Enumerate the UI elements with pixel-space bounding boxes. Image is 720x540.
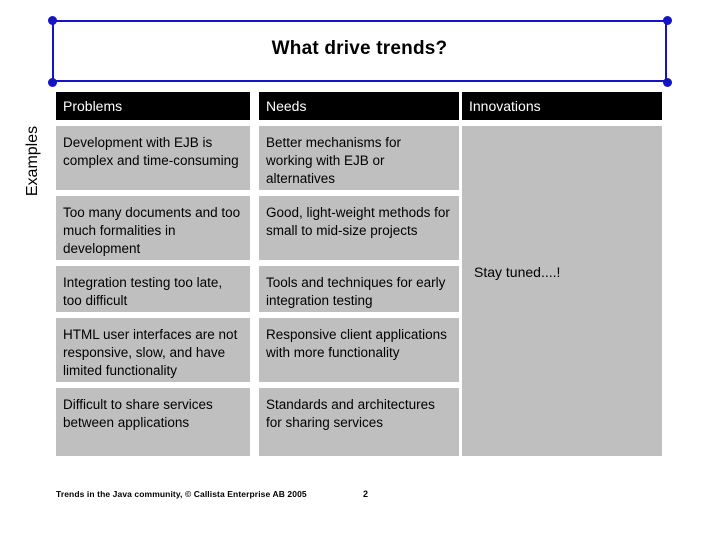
examples-side-label: Examples [24,125,41,197]
resize-handle-bottom-right[interactable] [663,78,672,87]
table-header-problems: Problems [56,92,250,120]
resize-handle-top-right[interactable] [663,16,672,25]
slide-title: What drive trends? [271,38,448,59]
table-row: Standards and architectures for sharing … [259,388,459,456]
table-header-needs: Needs [259,92,459,120]
table-row: Better mechanisms for working with EJB o… [259,126,459,190]
table-row: Tools and techniques for early integrati… [259,266,459,312]
footer-copyright: Trends in the Java community, © Callista… [56,489,307,499]
resize-handle-bottom-left[interactable] [48,78,57,87]
table-row: Too many documents and too much formalit… [56,196,250,260]
innovations-stay-tuned-text: Stay tuned....! [474,264,561,280]
table-row: Responsive client applications with more… [259,318,459,382]
slide-canvas: What drive trends? Examples Problems Nee… [0,0,720,540]
resize-handle-top-left[interactable] [48,16,57,25]
table-header-innovations: Innovations [462,92,662,120]
table-row: Integration testing too late, too diffic… [56,266,250,312]
page-number: 2 [363,489,369,499]
table-row: HTML user interfaces are not responsive,… [56,318,250,382]
table-cell-innovations [462,126,662,456]
table-row: Difficult to share services between appl… [56,388,250,456]
table-row: Good, light-weight methods for small to … [259,196,459,260]
table-row: Development with EJB is complex and time… [56,126,250,190]
